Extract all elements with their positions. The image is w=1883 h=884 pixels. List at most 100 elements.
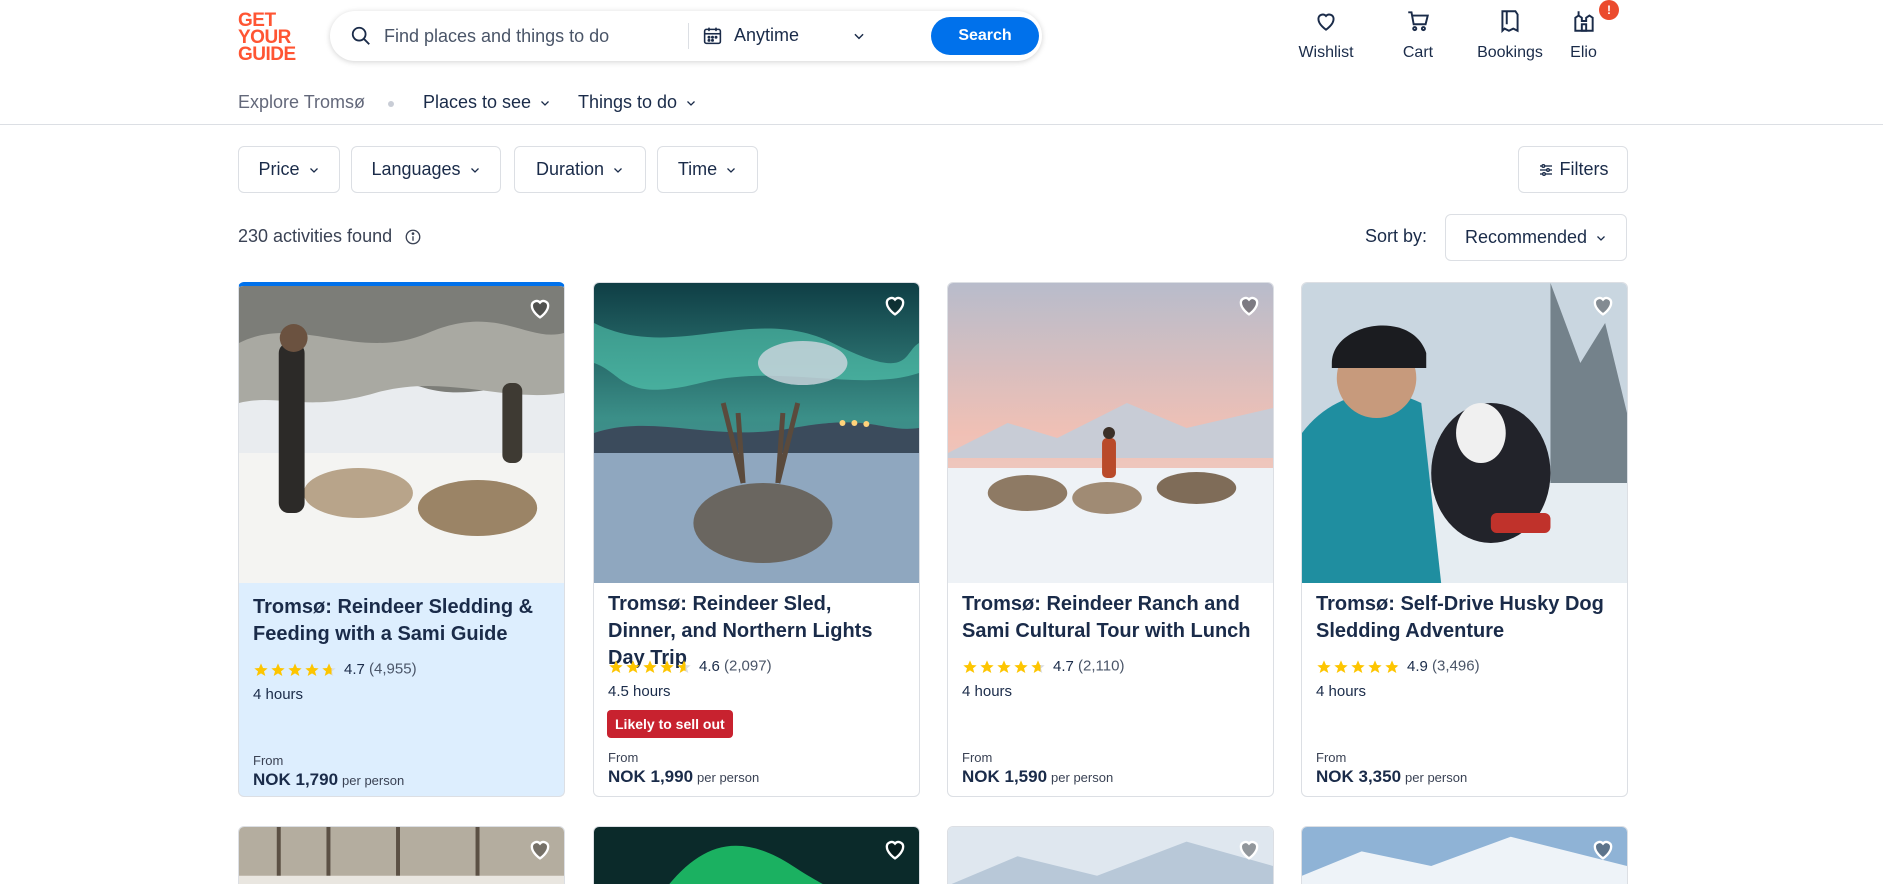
- rating-value: 4.7: [344, 660, 365, 678]
- activity-title[interactable]: Tromsø: Self-Drive Husky Dog Sledding Ad…: [1316, 591, 1611, 645]
- star-icon: [677, 659, 691, 673]
- wishlist-link[interactable]: Wishlist: [1276, 8, 1376, 68]
- duration-filter-label: Duration: [535, 159, 605, 179]
- sort-label: Sort by:: [1365, 226, 1428, 246]
- wishlist-heart-icon[interactable]: [1589, 291, 1617, 319]
- time-filter[interactable]: Time: [657, 146, 758, 193]
- calendar-icon: [703, 27, 722, 45]
- wishlist-heart-icon[interactable]: [1589, 835, 1617, 863]
- chevron-down-icon: [854, 33, 864, 40]
- activity-price: NOK 1,990: [608, 767, 694, 786]
- activity-card[interactable]: Tromsø: Reindeer Sled, Dinner, and North…: [593, 282, 920, 797]
- chevron-down-icon: [309, 168, 318, 174]
- star-icon: [1317, 659, 1331, 673]
- activity-photo-reindeer-ranch: [948, 283, 1273, 583]
- things-to-do-label: Things to do: [578, 92, 678, 112]
- wishlist-heart-icon[interactable]: [881, 291, 909, 319]
- wishlist-heart-icon[interactable]: [1235, 291, 1263, 319]
- search-button[interactable]: Search: [931, 17, 1039, 55]
- activity-price: NOK 3,350: [1316, 767, 1402, 786]
- activity-price: NOK 1,590: [962, 767, 1048, 786]
- wishlist-heart-icon[interactable]: [526, 294, 554, 322]
- wishlist-heart-icon[interactable]: [526, 835, 554, 863]
- activity-title[interactable]: Tromsø: Reindeer Sledding & Feeding with…: [253, 594, 548, 648]
- site-header: GET YOUR GUIDE Anytime Search Wishlist C…: [0, 0, 1883, 125]
- chevron-down-icon: [614, 168, 622, 174]
- time-filter-label: Time: [677, 159, 718, 179]
- getyourguide-logo[interactable]: GET YOUR GUIDE: [238, 11, 304, 64]
- price-row: NOK 1,590 per person: [962, 767, 1113, 787]
- activity-card[interactable]: Tromsø: Self-Drive Husky Dog Sledding Ad…: [1301, 282, 1628, 797]
- profile-notification-badge: !: [1599, 0, 1619, 20]
- sort-value: Recommended: [1464, 227, 1588, 247]
- places-to-see-dropdown[interactable]: Places to see: [423, 92, 551, 113]
- activity-card[interactable]: Tromsø: Reindeer Sledding & Feeding with…: [238, 282, 565, 797]
- rating-row: 4.7 (4,955): [253, 660, 417, 680]
- star-icon: [1351, 659, 1365, 673]
- price-filter[interactable]: Price: [238, 146, 340, 193]
- info-icon[interactable]: [404, 228, 422, 246]
- activity-duration: 4 hours: [253, 686, 304, 703]
- per-person-label: per person: [697, 770, 760, 785]
- breadcrumb-explore: Explore Tromsø: [238, 92, 366, 112]
- star-rating: [608, 658, 693, 675]
- profile-castle-icon: [1573, 11, 1594, 32]
- search-icon: [351, 26, 370, 45]
- price-from-label: From: [962, 750, 993, 765]
- star-icon: [1014, 659, 1028, 673]
- chevron-down-icon: [1597, 236, 1605, 242]
- languages-filter-label: Languages: [371, 159, 461, 179]
- sort-dropdown[interactable]: Recommended: [1445, 214, 1627, 261]
- activity-card-partial[interactable]: [593, 826, 920, 884]
- chevron-down-icon: [727, 168, 736, 174]
- cart-link[interactable]: Cart: [1368, 8, 1468, 68]
- review-count: (4,955): [369, 660, 417, 678]
- price-filter-label: Price: [258, 159, 300, 179]
- wishlist-heart-icon[interactable]: [1235, 835, 1263, 863]
- price-row: NOK 1,790 per person: [253, 770, 404, 790]
- subnav-dot-separator: [388, 101, 394, 107]
- all-filters-label: Filters: [1559, 159, 1609, 179]
- heart-icon: [1317, 13, 1335, 31]
- star-icon: [997, 659, 1011, 673]
- price-row: NOK 3,350 per person: [1316, 767, 1467, 787]
- search-divider: [688, 23, 689, 49]
- rating-row: 4.6 (2,097): [608, 657, 772, 677]
- activity-photo-partial: [948, 827, 1273, 884]
- star-rating: [253, 661, 338, 678]
- star-icon: [1385, 659, 1399, 673]
- duration-filter[interactable]: Duration: [514, 146, 646, 193]
- star-icon: [1031, 659, 1045, 673]
- activity-photo-reindeer-feeding: [239, 286, 564, 583]
- places-to-see-label: Places to see: [423, 92, 532, 112]
- things-to-do-dropdown[interactable]: Things to do: [578, 92, 697, 113]
- activity-card-partial[interactable]: [238, 826, 565, 884]
- activity-card[interactable]: Tromsø: Reindeer Ranch and Sami Cultural…: [947, 282, 1274, 797]
- wishlist-heart-icon[interactable]: [881, 835, 909, 863]
- per-person-label: per person: [1405, 770, 1468, 785]
- rating-row: 4.7 (2,110): [962, 657, 1124, 677]
- languages-filter[interactable]: Languages: [351, 146, 501, 193]
- star-icon: [643, 659, 657, 673]
- rating-row: 4.9 (3,496): [1316, 657, 1480, 677]
- search-input[interactable]: [384, 19, 684, 53]
- star-rating: [1316, 658, 1401, 675]
- activity-photo-partial: [594, 827, 919, 884]
- star-icon: [963, 659, 977, 673]
- star-icon: [1334, 659, 1348, 673]
- activity-card-partial[interactable]: [1301, 826, 1628, 884]
- price-from-label: From: [253, 753, 284, 768]
- star-icon: [609, 659, 623, 673]
- activity-card-partial[interactable]: [947, 826, 1274, 884]
- results-count: 230 activities found: [238, 226, 393, 246]
- all-filters-button[interactable]: Filters: [1518, 146, 1628, 193]
- cart-icon: [1408, 11, 1429, 32]
- date-picker[interactable]: Anytime: [700, 16, 900, 56]
- activity-duration: 4 hours: [962, 683, 1013, 700]
- activity-title[interactable]: Tromsø: Reindeer Ranch and Sami Cultural…: [962, 591, 1257, 645]
- profile-link[interactable]: ! Elio: [1541, 0, 1626, 68]
- review-count: (2,110): [1078, 657, 1125, 675]
- star-icon: [980, 659, 994, 673]
- per-person-label: per person: [1051, 770, 1114, 785]
- star-icon: [1368, 659, 1382, 673]
